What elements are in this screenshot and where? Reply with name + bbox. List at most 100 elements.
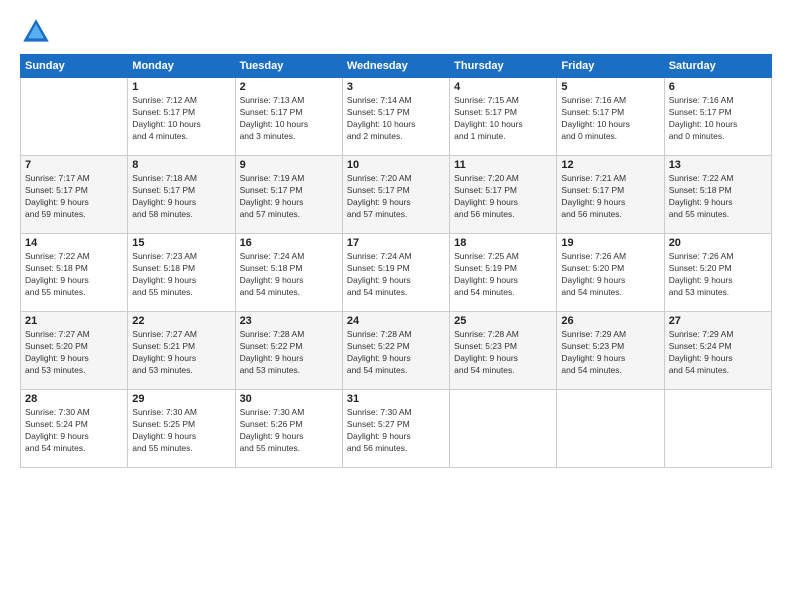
- day-number: 17: [347, 237, 445, 249]
- calendar-cell: 8 Sunrise: 7:18 AM Sunset: 5:17 PM Daylig…: [128, 156, 235, 234]
- day-info: Sunrise: 7:25 AM Sunset: 5:19 PM Dayligh…: [454, 251, 552, 299]
- day-info: Sunrise: 7:24 AM Sunset: 5:18 PM Dayligh…: [240, 251, 338, 299]
- calendar-cell: 24 Sunrise: 7:28 AM Sunset: 5:22 PM Dayli…: [342, 312, 449, 390]
- calendar-header-row: SundayMondayTuesdayWednesdayThursdayFrid…: [21, 55, 772, 78]
- calendar-cell: 4Sunrise: 7:15 AM Sunset: 5:17 PM Daylig…: [450, 78, 557, 156]
- day-info: Sunrise: 7:17 AM Sunset: 5:17 PM Dayligh…: [25, 173, 123, 221]
- calendar-cell: 3 Sunrise: 7:14 AM Sunset: 5:17 PM Daylig…: [342, 78, 449, 156]
- day-info: Sunrise: 7:27 AM Sunset: 5:20 PM Dayligh…: [25, 329, 123, 377]
- day-info: Sunrise: 7:21 AM Sunset: 5:17 PM Dayligh…: [561, 173, 659, 221]
- day-number: 12: [561, 159, 659, 171]
- day-info: Sunrise: 7:26 AM Sunset: 5:20 PM Dayligh…: [561, 251, 659, 299]
- day-number: 11: [454, 159, 552, 171]
- calendar-cell: 14 Sunrise: 7:22 AM Sunset: 5:18 PM Dayli…: [21, 234, 128, 312]
- calendar-week-row: 7 Sunrise: 7:17 AM Sunset: 5:17 PM Daylig…: [21, 156, 772, 234]
- header: [20, 16, 772, 48]
- calendar-cell: [21, 78, 128, 156]
- day-info: Sunrise: 7:20 AM Sunset: 5:17 PM Dayligh…: [347, 173, 445, 221]
- calendar-cell: 12 Sunrise: 7:21 AM Sunset: 5:17 PM Dayli…: [557, 156, 664, 234]
- day-number: 21: [25, 315, 123, 327]
- day-info: Sunrise: 7:22 AM Sunset: 5:18 PM Dayligh…: [25, 251, 123, 299]
- page: SundayMondayTuesdayWednesdayThursdayFrid…: [0, 0, 792, 612]
- day-number: 9: [240, 159, 338, 171]
- calendar-cell: 28Sunrise: 7:30 AM Sunset: 5:24 PM Dayli…: [21, 390, 128, 468]
- calendar-cell: 7 Sunrise: 7:17 AM Sunset: 5:17 PM Daylig…: [21, 156, 128, 234]
- day-info: Sunrise: 7:20 AM Sunset: 5:17 PM Dayligh…: [454, 173, 552, 221]
- calendar-cell: [664, 390, 771, 468]
- day-info: Sunrise: 7:27 AM Sunset: 5:21 PM Dayligh…: [132, 329, 230, 377]
- day-number: 1: [132, 81, 230, 93]
- day-info: Sunrise: 7:14 AM Sunset: 5:17 PM Dayligh…: [347, 95, 445, 143]
- day-number: 30: [240, 393, 338, 405]
- calendar-cell: 21 Sunrise: 7:27 AM Sunset: 5:20 PM Dayli…: [21, 312, 128, 390]
- day-number: 18: [454, 237, 552, 249]
- day-info: Sunrise: 7:22 AM Sunset: 5:18 PM Dayligh…: [669, 173, 767, 221]
- day-number: 23: [240, 315, 338, 327]
- calendar: SundayMondayTuesdayWednesdayThursdayFrid…: [20, 54, 772, 468]
- day-info: Sunrise: 7:16 AM Sunset: 5:17 PM Dayligh…: [561, 95, 659, 143]
- day-info: Sunrise: 7:28 AM Sunset: 5:23 PM Dayligh…: [454, 329, 552, 377]
- day-number: 28: [25, 393, 123, 405]
- day-info: Sunrise: 7:13 AM Sunset: 5:17 PM Dayligh…: [240, 95, 338, 143]
- calendar-cell: 17Sunrise: 7:24 AM Sunset: 5:19 PM Dayli…: [342, 234, 449, 312]
- calendar-cell: 10 Sunrise: 7:20 AM Sunset: 5:17 PM Dayli…: [342, 156, 449, 234]
- calendar-col-header: Wednesday: [342, 55, 449, 78]
- calendar-cell: 16Sunrise: 7:24 AM Sunset: 5:18 PM Dayli…: [235, 234, 342, 312]
- day-info: Sunrise: 7:19 AM Sunset: 5:17 PM Dayligh…: [240, 173, 338, 221]
- calendar-week-row: 21 Sunrise: 7:27 AM Sunset: 5:20 PM Dayli…: [21, 312, 772, 390]
- calendar-col-header: Monday: [128, 55, 235, 78]
- calendar-cell: 11 Sunrise: 7:20 AM Sunset: 5:17 PM Dayli…: [450, 156, 557, 234]
- calendar-col-header: Tuesday: [235, 55, 342, 78]
- day-number: 14: [25, 237, 123, 249]
- calendar-cell: 26 Sunrise: 7:29 AM Sunset: 5:23 PM Dayli…: [557, 312, 664, 390]
- day-number: 7: [25, 159, 123, 171]
- day-number: 24: [347, 315, 445, 327]
- calendar-week-row: 14 Sunrise: 7:22 AM Sunset: 5:18 PM Dayli…: [21, 234, 772, 312]
- calendar-col-header: Thursday: [450, 55, 557, 78]
- calendar-cell: 18 Sunrise: 7:25 AM Sunset: 5:19 PM Dayli…: [450, 234, 557, 312]
- day-number: 10: [347, 159, 445, 171]
- day-number: 8: [132, 159, 230, 171]
- day-info: Sunrise: 7:18 AM Sunset: 5:17 PM Dayligh…: [132, 173, 230, 221]
- day-number: 3: [347, 81, 445, 93]
- day-number: 29: [132, 393, 230, 405]
- calendar-cell: 13Sunrise: 7:22 AM Sunset: 5:18 PM Dayli…: [664, 156, 771, 234]
- day-info: Sunrise: 7:23 AM Sunset: 5:18 PM Dayligh…: [132, 251, 230, 299]
- calendar-cell: [557, 390, 664, 468]
- day-number: 22: [132, 315, 230, 327]
- day-info: Sunrise: 7:12 AM Sunset: 5:17 PM Dayligh…: [132, 95, 230, 143]
- calendar-col-header: Sunday: [21, 55, 128, 78]
- day-number: 2: [240, 81, 338, 93]
- calendar-week-row: 28Sunrise: 7:30 AM Sunset: 5:24 PM Dayli…: [21, 390, 772, 468]
- calendar-cell: 2 Sunrise: 7:13 AM Sunset: 5:17 PM Daylig…: [235, 78, 342, 156]
- day-number: 6: [669, 81, 767, 93]
- calendar-cell: 30Sunrise: 7:30 AM Sunset: 5:26 PM Dayli…: [235, 390, 342, 468]
- day-number: 27: [669, 315, 767, 327]
- calendar-col-header: Saturday: [664, 55, 771, 78]
- calendar-cell: 25Sunrise: 7:28 AM Sunset: 5:23 PM Dayli…: [450, 312, 557, 390]
- day-info: Sunrise: 7:30 AM Sunset: 5:25 PM Dayligh…: [132, 407, 230, 455]
- calendar-cell: 23 Sunrise: 7:28 AM Sunset: 5:22 PM Dayli…: [235, 312, 342, 390]
- logo: [20, 16, 58, 48]
- calendar-cell: 5 Sunrise: 7:16 AM Sunset: 5:17 PM Daylig…: [557, 78, 664, 156]
- day-number: 26: [561, 315, 659, 327]
- calendar-cell: 15 Sunrise: 7:23 AM Sunset: 5:18 PM Dayli…: [128, 234, 235, 312]
- day-info: Sunrise: 7:15 AM Sunset: 5:17 PM Dayligh…: [454, 95, 552, 143]
- day-info: Sunrise: 7:28 AM Sunset: 5:22 PM Dayligh…: [347, 329, 445, 377]
- day-info: Sunrise: 7:16 AM Sunset: 5:17 PM Dayligh…: [669, 95, 767, 143]
- day-info: Sunrise: 7:28 AM Sunset: 5:22 PM Dayligh…: [240, 329, 338, 377]
- day-number: 20: [669, 237, 767, 249]
- day-info: Sunrise: 7:29 AM Sunset: 5:23 PM Dayligh…: [561, 329, 659, 377]
- day-number: 19: [561, 237, 659, 249]
- day-number: 31: [347, 393, 445, 405]
- calendar-col-header: Friday: [557, 55, 664, 78]
- calendar-cell: 31Sunrise: 7:30 AM Sunset: 5:27 PM Dayli…: [342, 390, 449, 468]
- day-number: 15: [132, 237, 230, 249]
- calendar-cell: 20Sunrise: 7:26 AM Sunset: 5:20 PM Dayli…: [664, 234, 771, 312]
- calendar-cell: 29 Sunrise: 7:30 AM Sunset: 5:25 PM Dayli…: [128, 390, 235, 468]
- calendar-cell: 9 Sunrise: 7:19 AM Sunset: 5:17 PM Daylig…: [235, 156, 342, 234]
- calendar-cell: 19 Sunrise: 7:26 AM Sunset: 5:20 PM Dayli…: [557, 234, 664, 312]
- calendar-cell: 22 Sunrise: 7:27 AM Sunset: 5:21 PM Dayli…: [128, 312, 235, 390]
- day-number: 5: [561, 81, 659, 93]
- calendar-cell: 1 Sunrise: 7:12 AM Sunset: 5:17 PM Daylig…: [128, 78, 235, 156]
